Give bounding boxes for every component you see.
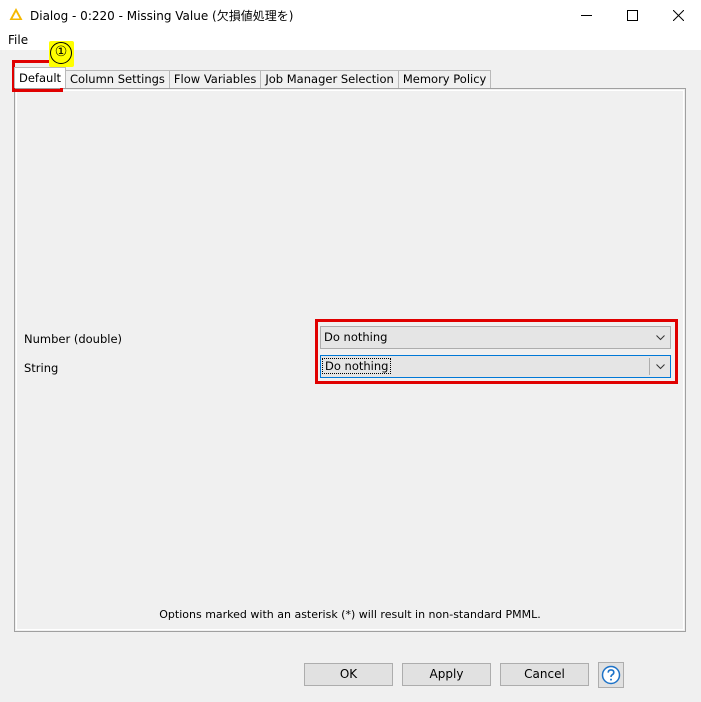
tab-flow-variables[interactable]: Flow Variables [168,70,262,88]
ok-button[interactable]: OK [304,663,393,686]
question-mark-icon [601,665,621,685]
cancel-button[interactable]: Cancel [500,663,589,686]
window-title: Dialog - 0:220 - Missing Value (欠損値処理を) [30,9,294,23]
step-marker-number: ① [50,42,72,64]
title-bar: Dialog - 0:220 - Missing Value (欠損値処理を) [0,0,701,30]
maximize-icon [626,9,638,21]
menu-bar: File [0,30,701,50]
help-button[interactable] [598,662,624,688]
selects-highlight-box [315,319,678,384]
knime-warning-triangle-icon [9,8,23,20]
tab-default[interactable]: Default [14,67,67,88]
string-label: String [24,361,59,375]
minimize-icon [580,14,592,16]
tab-strip: Default Column Settings Flow Variables J… [14,67,492,88]
close-icon [672,9,684,21]
apply-button[interactable]: Apply [402,663,491,686]
tab-job-manager-selection[interactable]: Job Manager Selection [260,70,399,88]
close-button[interactable] [655,0,701,30]
tab-column-settings[interactable]: Column Settings [65,70,170,88]
step-marker: ① [49,41,74,67]
number-double-label: Number (double) [24,332,123,346]
tab-memory-policy[interactable]: Memory Policy [397,70,492,88]
pmml-footnote: Options marked with an asterisk (*) will… [159,608,541,621]
menu-file[interactable]: File [8,33,28,47]
minimize-button[interactable] [563,0,609,30]
maximize-button[interactable] [609,0,655,30]
